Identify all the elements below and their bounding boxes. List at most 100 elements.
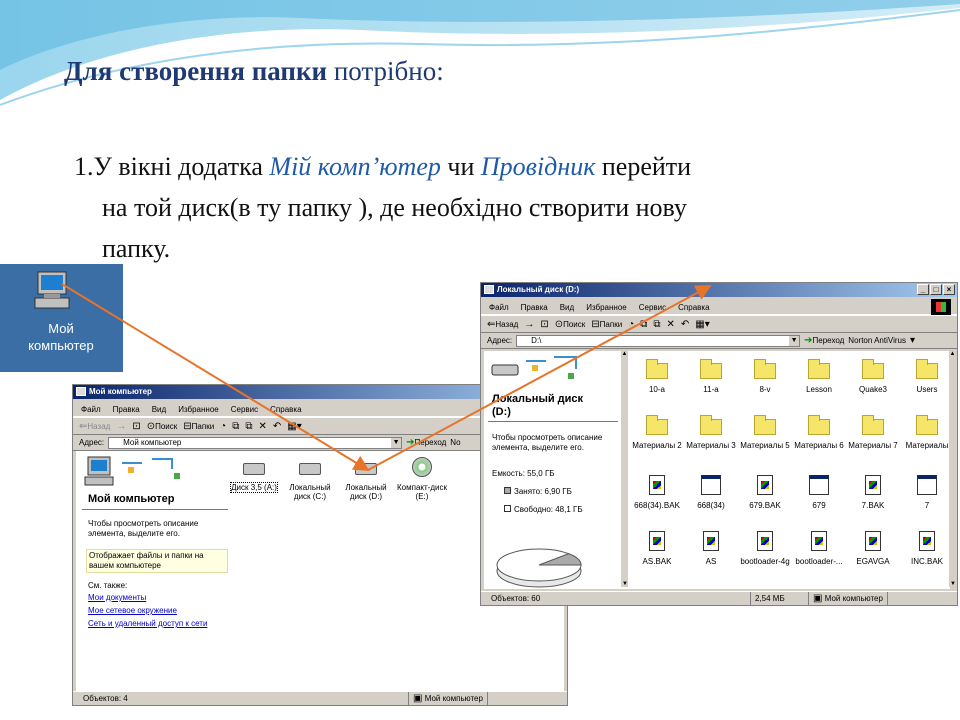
menu-edit[interactable]: Правка: [521, 301, 548, 314]
item-label: AS: [705, 557, 717, 566]
menu-tools[interactable]: Сервис: [639, 301, 666, 314]
search-button[interactable]: ⊙Поиск: [555, 319, 586, 330]
menu-file[interactable]: Файл: [81, 403, 101, 416]
menu-file[interactable]: Файл: [489, 301, 509, 314]
panel-description: Чтобы просмотреть описание элемента, выд…: [88, 519, 199, 538]
file-item[interactable]: bootloader-...: [792, 531, 846, 566]
drive-a[interactable]: Диск 3,5 (A:): [224, 457, 284, 493]
back-button[interactable]: ⇐Назад: [487, 319, 518, 330]
up-folder-button[interactable]: ⊡: [540, 319, 548, 330]
chevron-down-icon[interactable]: ▼: [789, 335, 800, 346]
norton-dropdown-icon[interactable]: ▾: [910, 335, 915, 346]
document-icon: [703, 531, 719, 551]
views-button[interactable]: ▦▾: [287, 421, 301, 432]
disk-large-icon: [491, 356, 577, 379]
scroll-down-button[interactable]: ▼: [949, 581, 957, 587]
history-button[interactable]: ◔: [628, 319, 634, 330]
desktop-my-computer[interactable]: Мой компьютер: [0, 264, 123, 372]
up-folder-button[interactable]: ⊡: [132, 421, 140, 432]
file-item[interactable]: 668(34): [684, 475, 738, 510]
address-input[interactable]: Мой компьютер ▼: [108, 436, 403, 449]
link-dialup-network[interactable]: Сеть и удаленный доступ к сети: [88, 617, 207, 630]
undo-button[interactable]: ↶: [273, 421, 281, 432]
undo-button[interactable]: ↶: [681, 319, 689, 330]
folder-item[interactable]: Lesson: [792, 359, 846, 394]
folder-item[interactable]: Материалы 3: [684, 415, 738, 450]
window-titlebar[interactable]: Локальный диск (D:) _ □ ×: [481, 283, 957, 297]
delete-button[interactable]: ✕: [666, 319, 674, 330]
file-item[interactable]: EGAVGA: [846, 531, 900, 566]
file-item[interactable]: 7.BAK: [846, 475, 900, 510]
scroll-down-button[interactable]: ▼: [621, 581, 629, 587]
computer-icon: [76, 387, 86, 396]
copy-to-button[interactable]: ⧉: [653, 319, 660, 330]
folder-item[interactable]: Quake3: [846, 359, 900, 394]
file-item[interactable]: bootloader-4g: [738, 531, 792, 566]
folder-item[interactable]: Материалы 7: [846, 415, 900, 450]
minimize-button[interactable]: _: [917, 284, 929, 295]
scroll-up-button[interactable]: ▲: [621, 351, 628, 357]
forward-button[interactable]: →: [524, 319, 534, 330]
folders-button[interactable]: ⊟Папки: [591, 319, 622, 330]
maximize-button[interactable]: □: [930, 284, 942, 295]
file-item[interactable]: 7: [900, 475, 954, 510]
folder-item[interactable]: 8-v: [738, 359, 792, 394]
menu-edit[interactable]: Правка: [113, 403, 140, 416]
menu-view[interactable]: Вид: [560, 301, 574, 314]
folder-icon: [808, 415, 830, 435]
file-item[interactable]: 668(34).BAK: [630, 475, 684, 510]
menu-view[interactable]: Вид: [152, 403, 166, 416]
item-label: bootloader-4g: [740, 557, 790, 566]
folder-item[interactable]: Материалы 5: [738, 415, 792, 450]
go-button[interactable]: ➔Переход: [406, 437, 446, 448]
address-input[interactable]: D:\ ▼: [516, 334, 801, 347]
drive-c[interactable]: Локальный диск (C:): [280, 457, 340, 501]
link-network-places[interactable]: Мое сетевое окружение: [88, 604, 207, 617]
history-button[interactable]: ◔: [220, 421, 226, 432]
go-button[interactable]: ➔Переход: [804, 335, 844, 346]
move-to-button[interactable]: ⧉: [640, 319, 647, 330]
folders-button[interactable]: ⊟Папки: [183, 421, 214, 432]
scroll-up-button[interactable]: ▲: [949, 351, 956, 357]
close-button[interactable]: ×: [943, 284, 955, 295]
file-item[interactable]: AS: [684, 531, 738, 566]
chevron-down-icon[interactable]: ▼: [391, 437, 402, 448]
file-item[interactable]: 679: [792, 475, 846, 510]
menu-help[interactable]: Справка: [678, 301, 709, 314]
vertical-scrollbar[interactable]: ▲ ▼: [620, 351, 628, 587]
file-item[interactable]: 679.BAK: [738, 475, 792, 510]
computer-icon: [34, 271, 70, 309]
menu-tools[interactable]: Сервис: [231, 403, 258, 416]
item-label: Lesson: [806, 385, 832, 394]
folder-icon: [862, 359, 884, 379]
menu-favorites[interactable]: Избранное: [178, 403, 219, 416]
file-item[interactable]: INC.BAK: [900, 531, 954, 566]
folder-item[interactable]: Материалы 2: [630, 415, 684, 450]
back-button[interactable]: ⇐Назад: [79, 421, 110, 432]
drive-e[interactable]: Компакт-диск (E:): [392, 457, 452, 501]
vertical-scrollbar-right[interactable]: ▲ ▼: [948, 351, 956, 587]
menu-favorites[interactable]: Избранное: [586, 301, 627, 314]
delete-button[interactable]: ✕: [258, 421, 266, 432]
folder-item[interactable]: Материалы 6: [792, 415, 846, 450]
folder-item[interactable]: Материалы: [900, 415, 954, 450]
folder-item[interactable]: 10-a: [630, 359, 684, 394]
search-button[interactable]: ⊙Поиск: [147, 421, 178, 432]
copy-to-button[interactable]: ⧉: [245, 421, 252, 432]
views-button[interactable]: ▦▾: [695, 319, 709, 330]
item-label: EGAVGA: [856, 557, 890, 566]
drive-d[interactable]: Локальный диск (D:): [336, 457, 396, 501]
move-to-button[interactable]: ⧉: [232, 421, 239, 432]
norton-antivirus-button[interactable]: Norton AntiVirus: [848, 336, 906, 345]
norton-button-cut[interactable]: No: [450, 438, 460, 447]
folder-item[interactable]: Users: [900, 359, 954, 394]
folder-item[interactable]: 11-a: [684, 359, 738, 394]
computer-icon: ▣: [413, 693, 423, 704]
link-my-documents[interactable]: Мои документы: [88, 591, 207, 604]
menu-help[interactable]: Справка: [270, 403, 301, 416]
panel-title: Локальный диск (D:): [492, 393, 584, 418]
menu-bar: Файл Правка Вид Избранное Сервис Справка: [481, 299, 957, 315]
folder-icon: [646, 359, 668, 379]
file-item[interactable]: AS.BAK: [630, 531, 684, 566]
forward-button[interactable]: →: [116, 421, 126, 432]
